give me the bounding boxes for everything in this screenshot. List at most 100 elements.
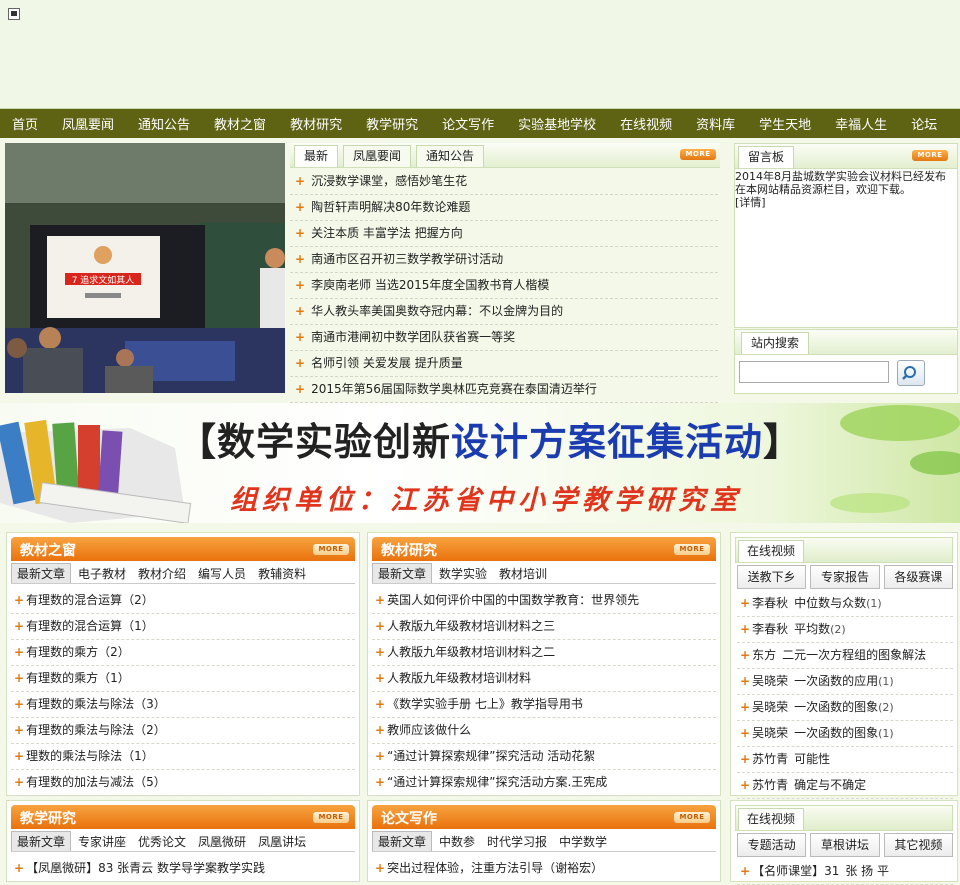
tab-latest[interactable]: 最新 <box>294 145 339 167</box>
list-item[interactable]: + 《数学实验手册 七上》教学指导用书 <box>372 692 716 718</box>
tab-notices[interactable]: 通知公告 <box>416 145 485 167</box>
list-item[interactable]: + 有理数的乘方（2） <box>11 640 355 666</box>
news-item[interactable]: + 名师引领 关爱发展 提升质量 <box>290 351 718 377</box>
bullet-icon: + <box>14 697 25 711</box>
list-item[interactable]: + 有理数的乘法与除法（2） <box>11 718 355 744</box>
list-item[interactable]: + “通过计算探索规律”探究活动 活动花絮 <box>372 744 716 770</box>
nav-item[interactable]: 在线视频 <box>620 114 672 133</box>
video-item[interactable]: + 吴晓荣 一次函数的应用(1) <box>737 669 953 695</box>
nav-item[interactable]: 首页 <box>12 114 38 133</box>
nav-item[interactable]: 学生天地 <box>759 114 811 133</box>
list-item[interactable]: + 人教版九年级教材培训材料之三 <box>372 614 716 640</box>
list-item-title: 有理数的加法与减法（5） <box>26 775 166 789</box>
list-item[interactable]: + 有理数的乘法与除法（3） <box>11 692 355 718</box>
subtab[interactable]: 凤凰微研 <box>193 832 251 852</box>
list-item[interactable]: + 有理数的混合运算（2） <box>11 588 355 614</box>
list-item[interactable]: + 【凤凰微研】83 张青云 数学导学案教学实践 <box>11 856 355 882</box>
list-item[interactable]: + 人教版九年级教材培训材料之二 <box>372 640 716 666</box>
panel-textbook-window-more[interactable]: MORE <box>313 544 349 555</box>
news-item[interactable]: + 南通市区召开初三数学教学研讨活动 <box>290 247 718 273</box>
list-item[interactable]: + 有理数的乘方（1） <box>11 666 355 692</box>
subtab[interactable]: 最新文章 <box>372 831 433 851</box>
video-category-button[interactable]: 草根讲坛 <box>810 833 880 857</box>
nav-item[interactable]: 资料库 <box>696 114 735 133</box>
video-item[interactable]: + 吴晓荣 一次函数的图象(1) <box>737 721 953 747</box>
video-item[interactable]: + 李春秋 中位数与众数(1) <box>737 591 953 617</box>
news-item[interactable]: +2015年第56届国际数学奥林匹克竞赛在泰国清迈举行 <box>290 377 718 403</box>
news-more-button[interactable]: MORE <box>680 149 716 160</box>
message-board-more-button[interactable]: MORE <box>912 150 948 161</box>
panel-video-2-title: 在线视频 <box>738 808 805 830</box>
subtab[interactable]: 最新文章 <box>11 563 72 583</box>
subtab[interactable]: 凤凰讲坛 <box>253 832 311 852</box>
list-item[interactable]: + 有理数的混合运算（1） <box>11 614 355 640</box>
news-item[interactable]: + 华人教头率美国奥数夺冠内幕：不以金牌为目的 <box>290 299 718 325</box>
nav-item[interactable]: 实验基地学校 <box>518 114 596 133</box>
video-category-button[interactable]: 各级赛课 <box>883 565 953 589</box>
video-category-button[interactable]: 专题活动 <box>737 833 807 857</box>
nav-item[interactable]: 教学研究 <box>366 114 418 133</box>
list-item[interactable]: + 有理数的加法与减法（5） <box>11 770 355 796</box>
nav-item[interactable]: 教材研究 <box>290 114 342 133</box>
news-item-title: 沉浸数学课堂，感悟妙笔生花 <box>311 174 468 188</box>
list-item-title: “通过计算探索规律”探究活动 活动花絮 <box>387 749 596 763</box>
news-item[interactable]: + 关注本质 丰富学法 把握方向 <box>290 221 718 247</box>
tab-phoenix-news[interactable]: 凤凰要闻 <box>343 145 412 167</box>
news-item-title: 南通市港闸初中数学团队获省赛一等奖 <box>311 330 516 344</box>
video-item[interactable]: + 【名师课堂】31 张 扬 平 <box>737 859 953 885</box>
list-item[interactable]: + 理数的乘法与除法（1） <box>11 744 355 770</box>
featured-photo[interactable]: 7 追求文如其人 <box>5 143 285 393</box>
panel-paper-writing-more[interactable]: MORE <box>674 812 710 823</box>
subtab[interactable]: 电子教材 <box>73 564 131 584</box>
nav-item[interactable]: 教材之窗 <box>214 114 266 133</box>
site-search-input[interactable] <box>739 361 889 383</box>
search-button[interactable] <box>897 360 925 386</box>
subtab[interactable]: 编写人员 <box>193 564 251 584</box>
nav-item[interactable]: 幸福人生 <box>835 114 887 133</box>
bullet-icon: + <box>295 200 306 214</box>
bullet-icon: + <box>295 330 306 344</box>
panel-teaching-research-more[interactable]: MORE <box>313 812 349 823</box>
nav-item[interactable]: 论坛 <box>911 114 937 133</box>
subtab[interactable]: 教辅资料 <box>253 564 311 584</box>
video-item[interactable]: + 苏竹青 确定与不确定 <box>737 773 953 799</box>
site-search-title: 站内搜索 <box>741 332 810 354</box>
list-item[interactable]: + 英国人如何评价中国的中国数学教育：世界领先 <box>372 588 716 614</box>
bullet-icon: + <box>740 752 751 766</box>
subtab[interactable]: 优秀论文 <box>133 832 191 852</box>
campaign-banner[interactable]: 【数学实验创新设计方案征集活动】 组织单位：江苏省中小学教学研究室 <box>0 403 960 523</box>
list-item[interactable]: + 突出过程体验，注重方法引导（谢裕宏） <box>372 856 716 882</box>
bullet-icon: + <box>375 619 386 633</box>
subtab[interactable]: 最新文章 <box>372 563 433 583</box>
panel-teaching-research-title: 教学研究 <box>20 811 76 827</box>
subtab[interactable]: 中学数学 <box>554 832 612 852</box>
subtab[interactable]: 时代学习报 <box>482 832 552 852</box>
bullet-icon: + <box>295 382 306 396</box>
video-item[interactable]: + 李春秋 平均数(2) <box>737 617 953 643</box>
list-item[interactable]: + 人教版九年级教材培训材料 <box>372 666 716 692</box>
news-item[interactable]: + 沉浸数学课堂，感悟妙笔生花 <box>290 169 718 195</box>
list-item[interactable]: + “通过计算探索规律”探究活动方案.王宪成 <box>372 770 716 796</box>
nav-item[interactable]: 凤凰要闻 <box>62 114 114 133</box>
video-item[interactable]: + 东方 二元一次方程组的图象解法 <box>737 643 953 669</box>
subtab[interactable]: 教材培训 <box>494 564 552 584</box>
news-item[interactable]: + 李庾南老师 当选2015年度全国教书育人楷模 <box>290 273 718 299</box>
video-category-button[interactable]: 其它视频 <box>883 833 953 857</box>
subtab[interactable]: 数学实验 <box>434 564 492 584</box>
video-category-button[interactable]: 专家报告 <box>810 565 880 589</box>
video-category-button[interactable]: 送教下乡 <box>737 565 807 589</box>
subtab[interactable]: 最新文章 <box>11 831 72 851</box>
message-board-details-link[interactable]: [详情] <box>735 196 766 209</box>
subtab[interactable]: 教材介绍 <box>133 564 191 584</box>
subtab[interactable]: 专家讲座 <box>73 832 131 852</box>
nav-item[interactable]: 论文写作 <box>442 114 494 133</box>
list-item[interactable]: + 教师应该做什么 <box>372 718 716 744</box>
video-author: 吴晓荣 <box>752 700 789 714</box>
news-item[interactable]: + 陶哲轩声明解决80年数论难题 <box>290 195 718 221</box>
nav-item[interactable]: 通知公告 <box>138 114 190 133</box>
subtab[interactable]: 中数参 <box>434 832 480 852</box>
news-item[interactable]: + 南通市港闸初中数学团队获省赛一等奖 <box>290 325 718 351</box>
panel-textbook-research-more[interactable]: MORE <box>674 544 710 555</box>
video-item[interactable]: + 苏竹青 可能性 <box>737 747 953 773</box>
video-item[interactable]: + 吴晓荣 一次函数的图象(2) <box>737 695 953 721</box>
